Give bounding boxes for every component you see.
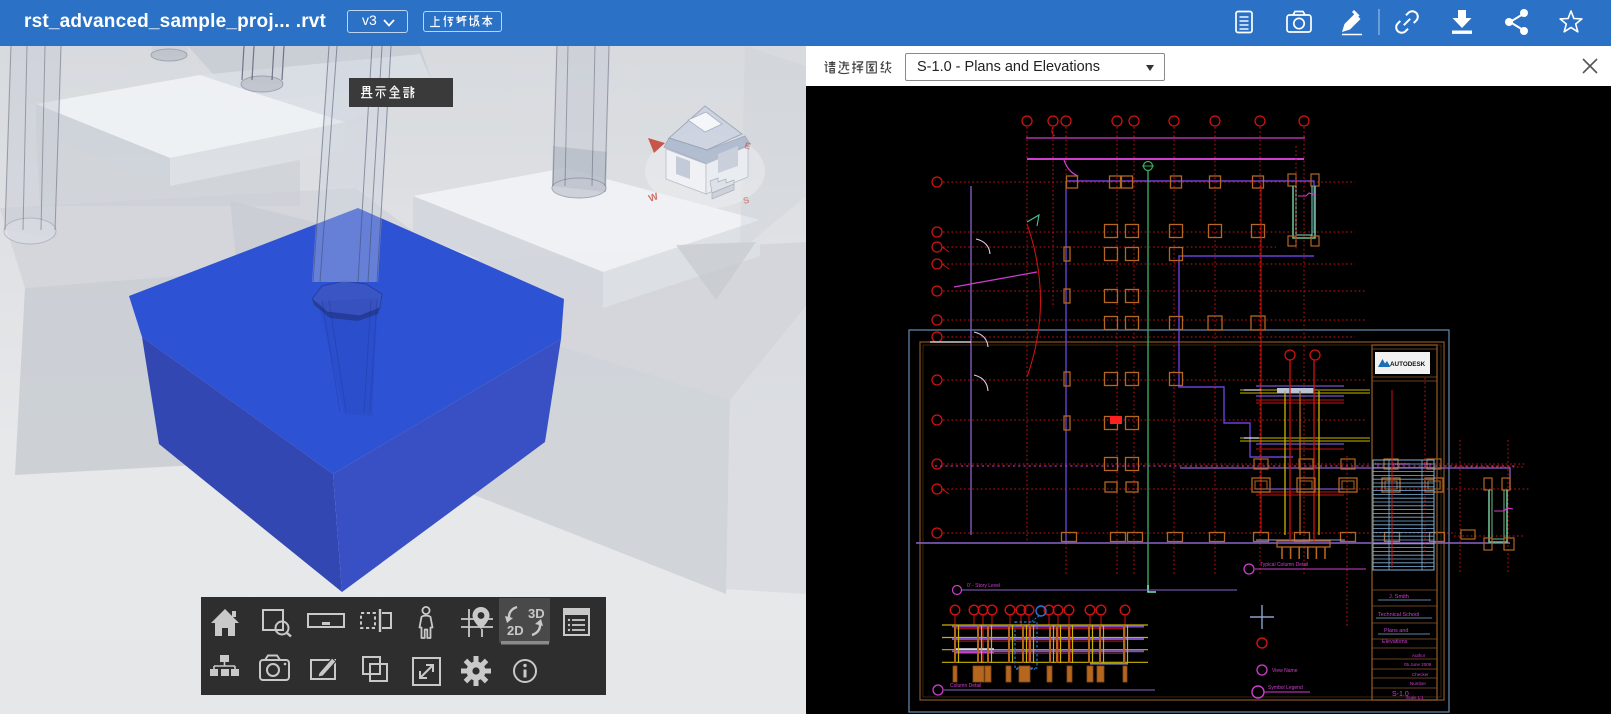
svg-text:0' - Story Level: 0' - Story Level [967, 583, 1000, 589]
svg-text:View Name: View Name [1272, 668, 1298, 674]
svg-text:Symbol Legend: Symbol Legend [1268, 685, 1303, 691]
svg-text:AUTODESK: AUTODESK [1390, 361, 1426, 368]
svg-text:05 June 2009: 05 June 2009 [1404, 662, 1432, 667]
svg-text:J. Smith: J. Smith [1389, 594, 1409, 600]
svg-text:2D: 2D [507, 623, 524, 638]
svg-text:Column Detail: Column Detail [950, 683, 981, 689]
svg-text:Typical Column Detail: Typical Column Detail [1260, 562, 1308, 568]
svg-text:Elevations: Elevations [1382, 639, 1408, 645]
svg-text:Scale 1:1: Scale 1:1 [1406, 695, 1424, 700]
svg-text:Plans and: Plans and [1384, 628, 1408, 634]
svg-text:Number: Number [1410, 681, 1427, 686]
svg-text:Technical School: Technical School [1378, 612, 1419, 618]
svg-text:Checker: Checker [1412, 672, 1429, 677]
svg-text:No: No [1375, 462, 1380, 466]
svg-text:Description: Description [1392, 462, 1410, 466]
svg-text:Author: Author [1412, 653, 1426, 658]
svg-text:3D: 3D [528, 606, 545, 621]
